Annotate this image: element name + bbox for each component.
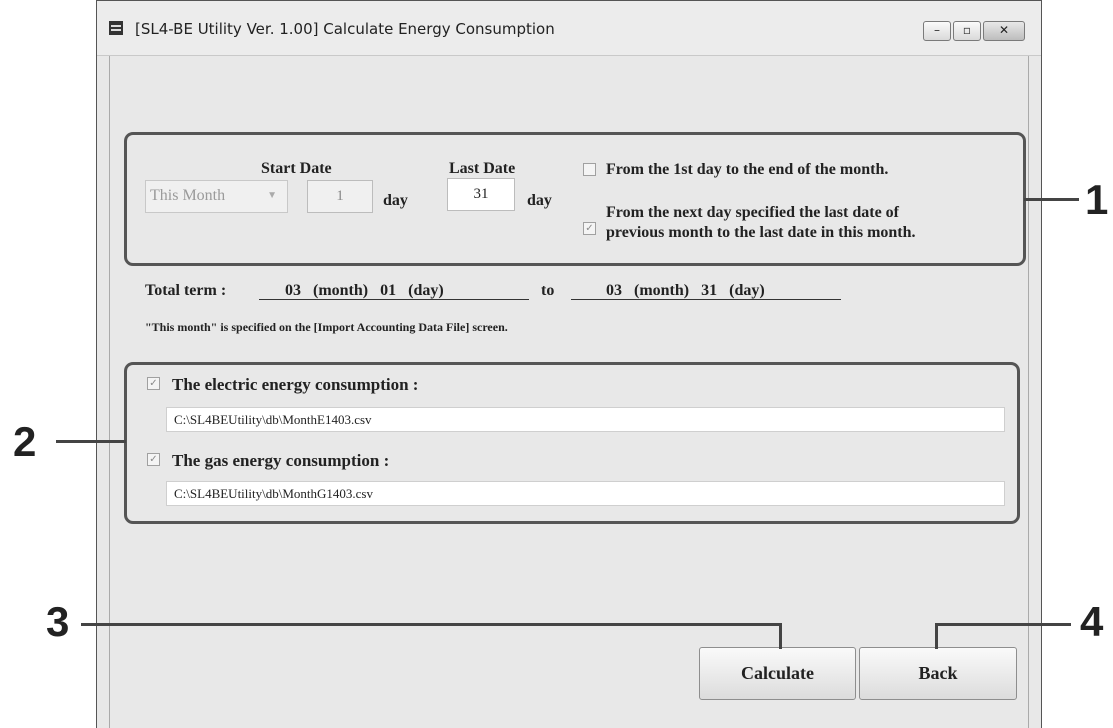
callout-4-line bbox=[935, 623, 1071, 626]
month-select[interactable]: This Month ▼ bbox=[145, 180, 288, 213]
start-date-label: Start Date bbox=[261, 160, 332, 177]
callout-4-drop bbox=[935, 623, 938, 649]
window-title: [SL4-BE Utility Ver. 1.00] Calculate Ene… bbox=[135, 20, 555, 38]
back-button[interactable]: Back bbox=[859, 647, 1017, 700]
this-month-note: "This month" is specified on the [Import… bbox=[145, 320, 508, 334]
electric-checkbox[interactable]: ✓ bbox=[147, 377, 160, 390]
callout-2: 2 bbox=[13, 418, 37, 465]
app-icon bbox=[109, 21, 123, 35]
calculate-button[interactable]: Calculate bbox=[699, 647, 856, 700]
close-button[interactable]: ✕ bbox=[983, 21, 1025, 41]
last-day-unit: day bbox=[527, 192, 552, 209]
callout-3-drop bbox=[779, 623, 782, 649]
last-date-label: Last Date bbox=[449, 160, 516, 177]
callout-4: 4 bbox=[1080, 598, 1104, 645]
callout-2-line bbox=[56, 440, 126, 443]
month-select-value: This Month bbox=[150, 187, 226, 204]
callout-3-line bbox=[81, 623, 781, 626]
next-day-option-label-line1[interactable]: From the next day specified the last dat… bbox=[606, 204, 899, 222]
start-day-unit: day bbox=[383, 192, 408, 209]
total-term-to-label: to bbox=[541, 282, 555, 299]
last-day-input[interactable]: 31 bbox=[447, 178, 515, 211]
minimize-button[interactable]: – bbox=[923, 21, 951, 41]
total-term-to-underline bbox=[571, 299, 841, 300]
gas-label[interactable]: The gas energy consumption : bbox=[172, 451, 389, 471]
electric-label[interactable]: The electric energy consumption : bbox=[172, 375, 418, 395]
gas-checkbox[interactable]: ✓ bbox=[147, 453, 160, 466]
total-term-from-underline bbox=[259, 299, 529, 300]
electric-path-field[interactable]: C:\SL4BEUtility\db\MonthE1403.csv bbox=[166, 407, 1005, 432]
next-day-option-label-line2[interactable]: previous month to the last date in this … bbox=[606, 224, 916, 242]
total-term-from: 03 (month) 01 (day) bbox=[285, 282, 444, 299]
start-day-input[interactable]: 1 bbox=[307, 180, 373, 213]
callout-1-line bbox=[1024, 198, 1079, 201]
total-term-to: 03 (month) 31 (day) bbox=[606, 282, 765, 299]
full-month-checkbox[interactable] bbox=[583, 163, 596, 176]
chevron-down-icon: ▼ bbox=[267, 190, 277, 201]
next-day-checkbox[interactable]: ✓ bbox=[583, 222, 596, 235]
callout-3: 3 bbox=[46, 598, 70, 645]
full-month-option-label[interactable]: From the 1st day to the end of the month… bbox=[606, 161, 888, 179]
callout-1: 1 bbox=[1085, 176, 1109, 223]
maximize-button[interactable]: ▫ bbox=[953, 21, 981, 41]
title-bar: [SL4-BE Utility Ver. 1.00] Calculate Ene… bbox=[97, 1, 1041, 56]
total-term-label: Total term : bbox=[145, 282, 227, 299]
gas-path-field[interactable]: C:\SL4BEUtility\db\MonthG1403.csv bbox=[166, 481, 1005, 506]
